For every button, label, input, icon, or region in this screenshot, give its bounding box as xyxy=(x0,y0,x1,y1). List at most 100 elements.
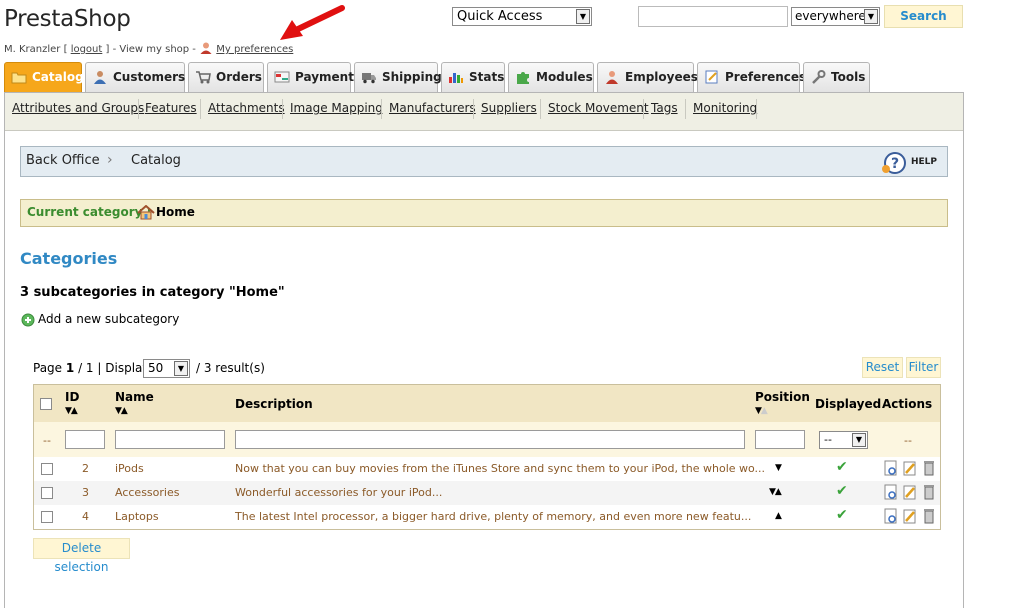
filter-name-input[interactable] xyxy=(115,430,225,449)
tab-stats[interactable]: Stats xyxy=(441,62,505,92)
tab-preferences[interactable]: Preferences xyxy=(697,62,806,92)
truck-icon xyxy=(361,66,377,84)
page-size-select[interactable]: 50 ▼ xyxy=(143,359,190,378)
displayed-check-icon[interactable]: ✔ xyxy=(836,483,848,499)
search-scope-value: everywhere xyxy=(795,9,866,23)
help-label[interactable]: HELP xyxy=(911,157,937,167)
reset-button[interactable]: Reset xyxy=(862,357,903,378)
subnav-monitoring[interactable]: Monitoring xyxy=(693,101,757,115)
displayed-check-icon[interactable]: ✔ xyxy=(836,459,848,475)
wrench-icon xyxy=(810,66,826,84)
subnav-separator xyxy=(643,99,644,119)
tab-label: Payment xyxy=(295,70,354,84)
view-icon[interactable] xyxy=(884,484,898,504)
tab-payment[interactable]: Payment xyxy=(267,62,354,92)
user-icon xyxy=(199,41,213,58)
delete-icon[interactable] xyxy=(923,508,935,528)
table-row[interactable]: 2 iPods Now that you can buy movies from… xyxy=(34,457,940,481)
add-subcategory-link[interactable]: Add a new subcategory xyxy=(38,312,179,326)
row-checkbox[interactable] xyxy=(41,511,53,523)
row-description: The latest Intel processor, a bigger har… xyxy=(235,510,752,523)
move-down-up-icon[interactable]: ▼▲ xyxy=(769,487,782,497)
filter-displayed-select[interactable]: -- ▼ xyxy=(819,431,868,449)
chevron-down-icon: ▼ xyxy=(864,9,878,24)
current-category-value[interactable]: Home xyxy=(156,205,195,219)
subnav-separator xyxy=(685,99,686,119)
user-name: M. Kranzler xyxy=(4,44,61,55)
subnav-separator xyxy=(138,99,139,119)
tab-tools[interactable]: Tools xyxy=(803,62,870,92)
page-label: Page xyxy=(33,361,63,375)
select-all-checkbox[interactable] xyxy=(40,398,52,410)
tab-catalog[interactable]: Catalog xyxy=(4,62,84,93)
subnav-separator xyxy=(540,99,541,119)
tab-orders[interactable]: Orders xyxy=(188,62,264,92)
chevron-down-icon: ▼ xyxy=(576,9,590,24)
displayed-check-icon[interactable]: ✔ xyxy=(836,507,848,523)
column-position: Position xyxy=(755,390,810,404)
logout-link[interactable]: logout xyxy=(71,44,103,55)
edit-icon[interactable] xyxy=(903,460,917,480)
move-up-icon[interactable]: ▲ xyxy=(775,511,782,521)
delete-icon[interactable] xyxy=(923,484,935,504)
svg-text:?: ? xyxy=(891,156,899,172)
subnav-suppliers[interactable]: Suppliers xyxy=(481,101,537,115)
subnav-manufacturers[interactable]: Manufacturers xyxy=(389,101,476,115)
page-total: / 1 xyxy=(78,361,94,375)
subnav-tags[interactable]: Tags xyxy=(651,101,678,115)
subnav-stock-movement[interactable]: Stock Movement xyxy=(548,101,649,115)
search-input[interactable] xyxy=(638,6,788,27)
filter-description-input[interactable] xyxy=(235,430,745,449)
column-displayed: Displayed xyxy=(815,397,882,411)
delete-icon[interactable] xyxy=(923,460,935,480)
column-id: ID xyxy=(65,390,80,404)
subnav-attachments[interactable]: Attachments xyxy=(208,101,285,115)
subnav-attributes-groups[interactable]: Attributes and Groups xyxy=(12,101,144,115)
filter-button[interactable]: Filter xyxy=(906,357,941,378)
breadcrumb-root[interactable]: Back Office xyxy=(26,153,100,168)
logo: PrestaShop xyxy=(4,6,131,32)
search-scope-select[interactable]: everywhere ▼ xyxy=(791,7,880,26)
add-icon[interactable] xyxy=(21,313,35,330)
tab-label: Preferences xyxy=(725,70,807,84)
folder-icon xyxy=(11,66,27,84)
edit-icon[interactable] xyxy=(903,508,917,528)
sort-id-icon[interactable]: ▼▲ xyxy=(65,406,78,416)
row-name: Accessories xyxy=(115,486,180,499)
column-actions: Actions xyxy=(882,397,933,411)
row-checkbox[interactable] xyxy=(41,463,53,475)
sort-name-icon[interactable]: ▼▲ xyxy=(115,406,128,416)
subnav-separator xyxy=(756,99,757,119)
payment-icon xyxy=(274,66,290,83)
edit-icon[interactable] xyxy=(903,484,917,504)
view-shop-link[interactable]: View my shop xyxy=(119,44,189,55)
help-icon[interactable]: ? xyxy=(880,151,908,178)
display-label: | Display xyxy=(97,361,150,375)
filter-position-input[interactable] xyxy=(755,430,805,449)
tab-shipping[interactable]: Shipping xyxy=(354,62,442,92)
filter-id-input[interactable] xyxy=(65,430,105,449)
delete-selection-button[interactable]: Delete selection xyxy=(33,538,130,574)
tab-label: Employees xyxy=(625,70,698,84)
filter-displayed-value: -- xyxy=(824,433,832,446)
tab-customers[interactable]: Customers xyxy=(85,62,185,92)
subnav-features[interactable]: Features xyxy=(145,101,197,115)
view-icon[interactable] xyxy=(884,508,898,528)
quick-access-value: Quick Access xyxy=(457,9,543,24)
tab-modules[interactable]: Modules xyxy=(508,62,594,92)
row-checkbox[interactable] xyxy=(41,487,53,499)
tab-label: Orders xyxy=(216,70,262,84)
move-down-icon[interactable]: ▼ xyxy=(775,463,782,473)
view-icon[interactable] xyxy=(884,460,898,480)
puzzle-icon xyxy=(515,66,531,84)
page-title: Categories xyxy=(20,249,118,268)
employee-icon xyxy=(604,66,620,84)
subnav-image-mapping[interactable]: Image Mapping xyxy=(290,101,383,115)
tab-employees[interactable]: Employees xyxy=(597,62,698,92)
table-row[interactable]: 4 Laptops The latest Intel processor, a … xyxy=(34,505,940,529)
quick-access-select[interactable]: Quick Access ▼ xyxy=(452,7,592,26)
row-description: Now that you can buy movies from the iTu… xyxy=(235,462,766,475)
search-button[interactable]: Search xyxy=(884,5,963,28)
sort-position-icon[interactable]: ▼▲ xyxy=(755,406,768,416)
table-row[interactable]: 3 Accessories Wonderful accessories for … xyxy=(34,481,940,505)
